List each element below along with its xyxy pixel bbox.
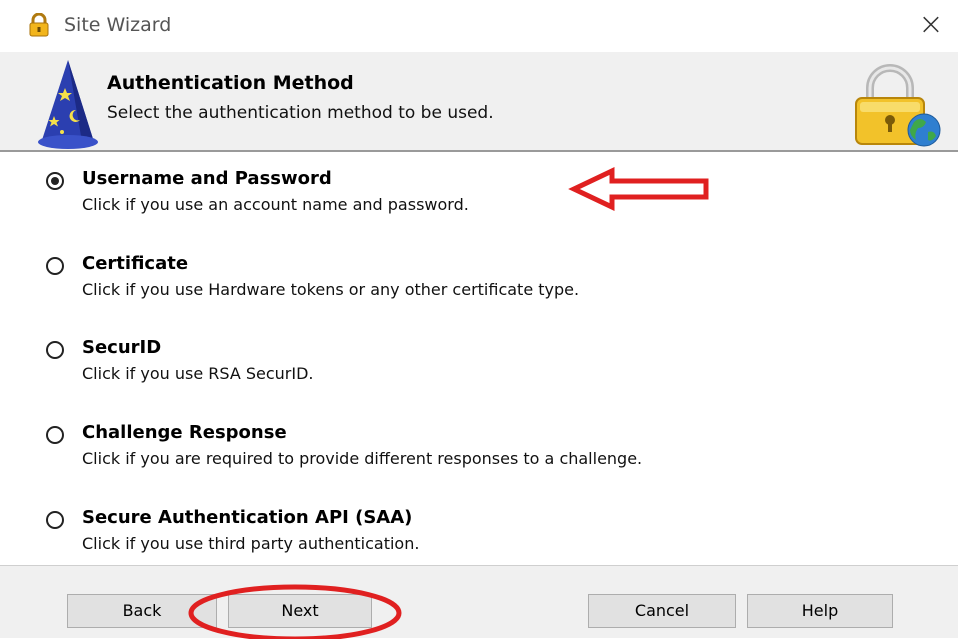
option-label[interactable]: Certificate (82, 253, 188, 274)
option-label[interactable]: Username and Password (82, 168, 332, 189)
radio-challenge-response[interactable] (46, 426, 64, 444)
option-description: Click if you use an account name and pas… (82, 195, 469, 214)
red-arrow-annotation (568, 167, 709, 211)
option-label[interactable]: SecurID (82, 337, 161, 358)
option-label[interactable]: Challenge Response (82, 422, 287, 443)
option-username-password[interactable]: Username and Password Click if you use a… (0, 168, 958, 238)
close-button[interactable]: × (916, 10, 946, 40)
lock-globe-icon (855, 64, 941, 147)
option-description: Click if you use Hardware tokens or any … (82, 280, 580, 299)
help-button[interactable]: Help (747, 594, 893, 628)
option-description: Click if you are required to provide dif… (82, 449, 643, 468)
wizard-header: Authentication Method Select the authent… (0, 52, 958, 152)
button-bar: Back Next Cancel Help (0, 565, 958, 638)
radio-username-password[interactable] (46, 172, 64, 190)
window-title: Site Wizard (64, 14, 172, 36)
radio-securid[interactable] (46, 341, 64, 359)
option-description: Click if you use third party authenticat… (82, 534, 420, 553)
header-title: Authentication Method (107, 72, 354, 94)
radio-saa[interactable] (46, 511, 64, 529)
option-challenge-response[interactable]: Challenge Response Click if you are requ… (0, 422, 958, 492)
option-securid[interactable]: SecurID Click if you use RSA SecurID. (0, 337, 958, 407)
title-bar: Site Wizard × (0, 0, 958, 52)
option-certificate[interactable]: Certificate Click if you use Hardware to… (0, 253, 958, 323)
option-description: Click if you use RSA SecurID. (82, 364, 314, 383)
radio-certificate[interactable] (46, 257, 64, 275)
header-subtitle: Select the authentication method to be u… (107, 103, 494, 123)
option-label[interactable]: Secure Authentication API (SAA) (82, 507, 412, 528)
padlock-icon (29, 13, 49, 37)
red-circle-annotation (188, 584, 402, 639)
wizard-hat-icon (38, 60, 98, 149)
cancel-button[interactable]: Cancel (588, 594, 736, 628)
